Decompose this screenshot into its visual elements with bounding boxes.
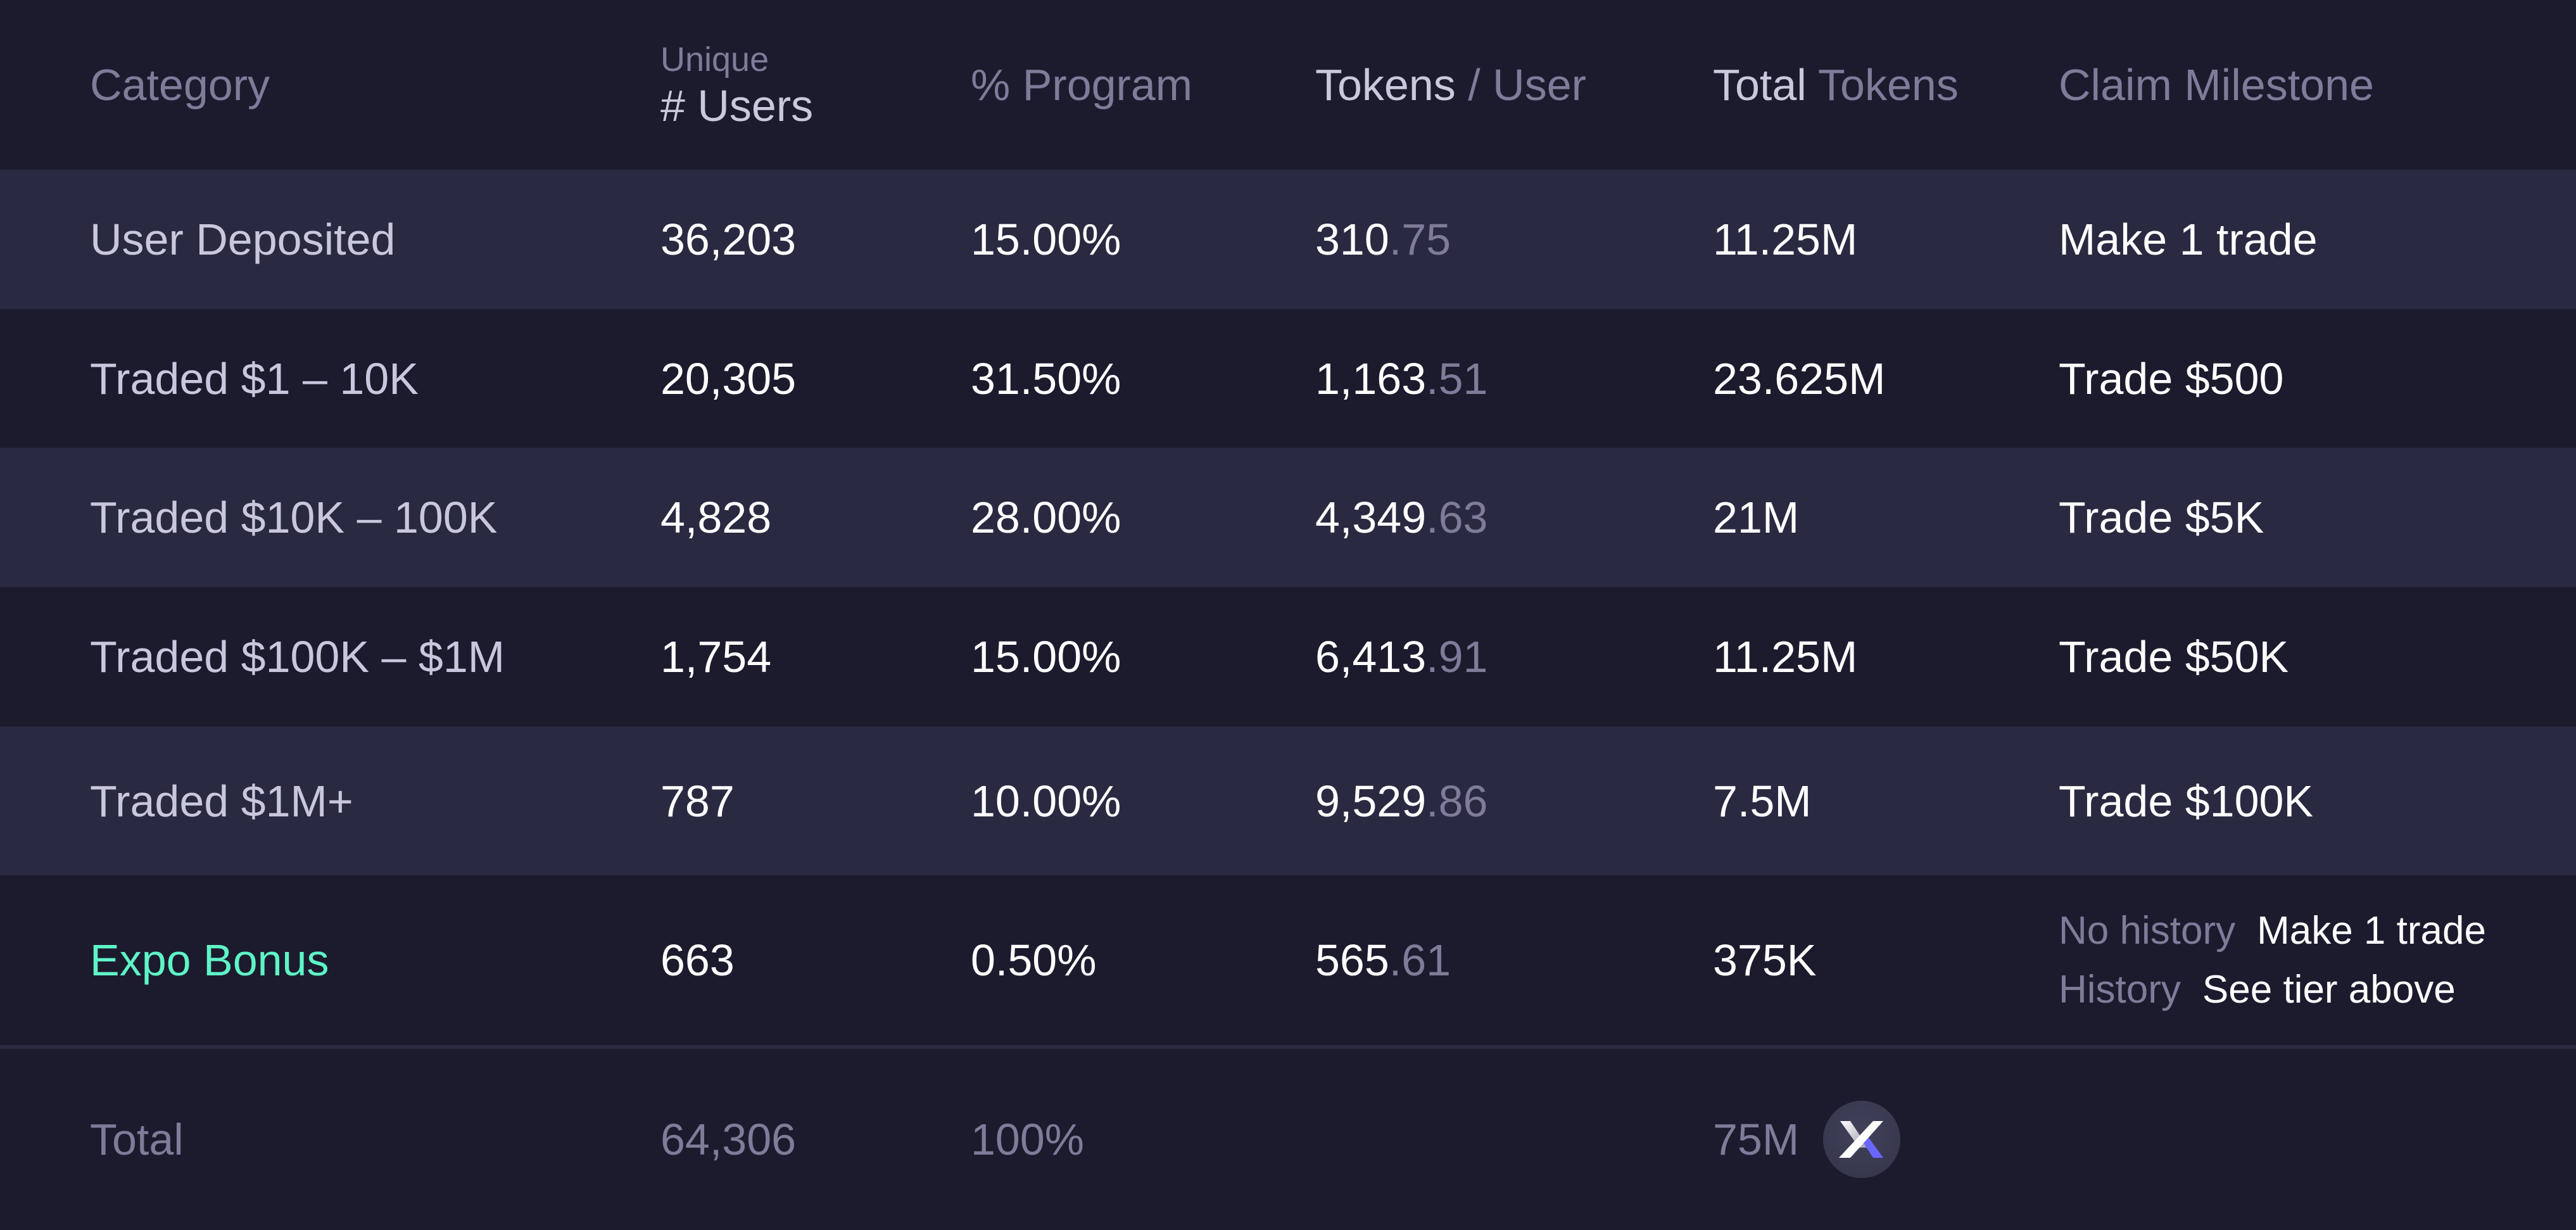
milestone-value: See tier above	[2202, 968, 2456, 1011]
row-total-tokens: 11.25M	[1713, 632, 1858, 682]
tokens-decimal: .61	[1389, 935, 1451, 985]
milestone-history: History See tier above	[2059, 967, 2456, 1012]
row-program: 10.00%	[971, 776, 1121, 826]
row-users: 36,203	[660, 215, 797, 264]
tokens-integer: 4,349	[1315, 493, 1427, 542]
row-claim-milestone: Trade $500	[2059, 353, 2284, 403]
row-category: Traded $1 – 10K	[90, 353, 419, 403]
row-users: 4,828	[660, 493, 772, 542]
row-category: User Deposited	[90, 215, 396, 264]
row-category: Expo Bonus	[90, 935, 329, 985]
milestone-label: No history	[2059, 909, 2236, 953]
row-users: 1,754	[660, 632, 772, 682]
token-distribution-table: Category Unique # Users % Program Tokens…	[0, 0, 2576, 1230]
row-program: 15.00%	[971, 215, 1121, 264]
row-program: 28.00%	[971, 493, 1121, 542]
header-users-big: # Users	[660, 80, 814, 130]
total-users: 64,306	[660, 1115, 797, 1164]
table-footer-total: Total 64,306 100% 75M	[0, 1049, 2576, 1230]
row-claim-milestone: No history Make 1 trade History See tier…	[2059, 875, 2486, 1045]
milestone-value: Make 1 trade	[2257, 909, 2486, 953]
row-tokens-per-user: 1,163.51	[1315, 309, 1487, 448]
tokens-integer: 565	[1315, 935, 1389, 985]
row-program: 15.00%	[971, 632, 1121, 682]
row-tokens-per-user: 565.61	[1315, 875, 1451, 1045]
header-tokens-label: Tokens	[1315, 60, 1456, 110]
row-tokens-per-user: 4,349.63	[1315, 448, 1487, 587]
row-total-tokens: 11.25M	[1713, 215, 1858, 264]
table-header: Category Unique # Users % Program Tokens…	[0, 0, 2576, 170]
row-total-tokens: 7.5M	[1713, 776, 1812, 826]
table-row: Traded $1 – 10K 20,305 31.50% 1,163.51 23.62…	[0, 309, 2576, 448]
table-row: Traded $1M+ 787 10.00% 9,529.86 7.5M Trade $1…	[0, 726, 2576, 875]
tokens-decimal: .91	[1426, 632, 1488, 682]
row-total-tokens: 23.625M	[1713, 353, 1886, 403]
tokens-integer: 6,413	[1315, 632, 1427, 682]
row-claim-milestone: Trade $100K	[2059, 776, 2314, 826]
row-tokens-per-user: 9,529.86	[1315, 726, 1487, 875]
row-program: 31.50%	[971, 353, 1121, 403]
row-tokens-per-user: 310.75	[1315, 170, 1451, 309]
row-users: 20,305	[660, 353, 797, 403]
row-users: 787	[660, 776, 735, 826]
tokens-integer: 1,163	[1315, 353, 1427, 403]
total-label: Total	[90, 1115, 184, 1164]
header-users: Unique # Users	[660, 0, 813, 170]
row-total-tokens: 375K	[1713, 935, 1817, 985]
row-category: Traded $10K – 100K	[90, 493, 498, 542]
total-tokens: 75M	[1713, 1049, 1901, 1230]
milestone-label: History	[2059, 968, 2181, 1011]
header-program: % Program	[971, 60, 1193, 110]
tokens-integer: 310	[1315, 215, 1389, 264]
x-glyph-icon	[1839, 1121, 1884, 1158]
table-row: User Deposited 36,203 15.00% 310.75 11.25M Ma…	[0, 170, 2576, 309]
header-tokens-suffix: Tokens	[1806, 60, 1959, 110]
row-users: 663	[660, 935, 735, 985]
row-claim-milestone: Make 1 trade	[2059, 215, 2318, 264]
header-users-small: Unique	[660, 41, 769, 79]
header-total-label: Total	[1713, 60, 1807, 110]
tokens-decimal: .63	[1426, 493, 1488, 542]
row-claim-milestone: Trade $50K	[2059, 632, 2289, 682]
header-claim-milestone: Claim Milestone	[2059, 60, 2374, 110]
dydx-x-logo-icon	[1823, 1101, 1901, 1178]
table-row: Traded $10K – 100K 4,828 28.00% 4,349.63 21M…	[0, 448, 2576, 587]
header-total-tokens: Total Tokens	[1713, 0, 1959, 170]
header-tokens-per-user: Tokens / User	[1315, 0, 1586, 170]
tokens-decimal: .51	[1426, 353, 1488, 403]
row-category: Traded $1M+	[90, 776, 353, 826]
tokens-integer: 9,529	[1315, 776, 1427, 826]
row-claim-milestone: Trade $5K	[2059, 493, 2264, 542]
tokens-decimal: .75	[1389, 215, 1451, 264]
table-row: Traded $100K – $1M 1,754 15.00% 6,413.91 11.…	[0, 587, 2576, 726]
total-program: 100%	[971, 1115, 1085, 1164]
milestone-no-history: No history Make 1 trade	[2059, 908, 2486, 953]
row-total-tokens: 21M	[1713, 493, 1800, 542]
row-tokens-per-user: 6,413.91	[1315, 587, 1487, 726]
header-per-user-label: / User	[1455, 60, 1586, 110]
total-tokens-value: 75M	[1713, 1115, 1800, 1164]
row-category: Traded $100K – $1M	[90, 632, 505, 682]
tokens-decimal: .86	[1426, 776, 1488, 826]
row-program: 0.50%	[971, 935, 1097, 985]
header-category: Category	[90, 60, 270, 110]
table-row-expo-bonus: Expo Bonus 663 0.50% 565.61 375K No hist…	[0, 875, 2576, 1045]
